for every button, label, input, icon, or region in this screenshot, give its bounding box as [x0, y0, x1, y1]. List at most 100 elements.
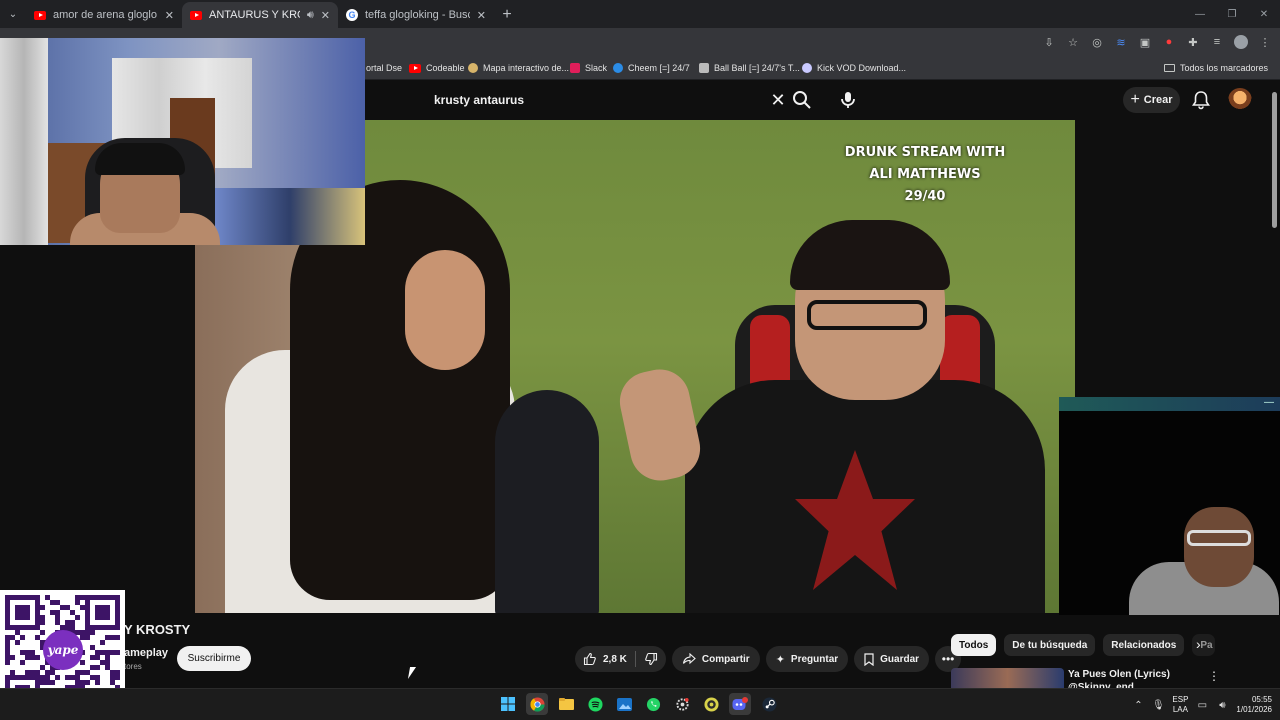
bookmark-label: Kick VOD Download...: [817, 63, 907, 73]
speaker-icon[interactable]: 🔊︎: [307, 9, 314, 22]
chip-all[interactable]: Todos: [951, 634, 997, 656]
microphone-tray-icon[interactable]: 🎙︎: [1152, 699, 1165, 711]
tab-title: ANTAURUS Y KROSTY - You: [209, 9, 300, 21]
chrome-icon[interactable]: [526, 693, 548, 715]
window-controls: — ❐ ✕: [1184, 0, 1280, 28]
streamer-webcam-overlay: [0, 38, 365, 245]
windows-start-icon[interactable]: [497, 693, 519, 715]
language-indicator[interactable]: ESP LAA: [1172, 695, 1188, 715]
search-query[interactable]: krusty antaurus: [420, 93, 766, 107]
bookmark-item[interactable]: Slack: [570, 56, 607, 80]
minimize-icon[interactable]: —: [1264, 397, 1274, 411]
secondary-webcam-window[interactable]: —: [1059, 397, 1280, 615]
notifications-bell-icon[interactable]: [1190, 89, 1212, 111]
account-avatar[interactable]: [1228, 88, 1252, 112]
webcam-bed: [215, 188, 365, 245]
video-overlay-caption: DRUNK STREAM WITH ALI MATTHEWS 29/40: [835, 142, 1015, 208]
close-window-icon[interactable]: ✕: [1248, 0, 1280, 28]
extension-box-icon[interactable]: ▣: [1138, 35, 1152, 49]
search-input[interactable]: krusty antaurus ✕: [420, 86, 790, 114]
youtube-icon: [190, 10, 202, 20]
google-icon: G: [346, 9, 358, 21]
save-label: Guardar: [880, 653, 920, 665]
profile-avatar[interactable]: [1234, 35, 1248, 49]
like-button[interactable]: 2,8 K: [575, 646, 635, 672]
settings-gear-icon[interactable]: [671, 693, 693, 715]
folder-icon: [1163, 64, 1175, 72]
bookmark-item[interactable]: ortal Dse: [366, 56, 402, 80]
channel-name[interactable]: ameplay: [124, 647, 168, 659]
chevron-up-icon[interactable]: ⌃: [1132, 699, 1144, 711]
webcam-title-bar[interactable]: [1059, 397, 1280, 411]
bookmark-item[interactable]: Mapa interactivo de...: [468, 56, 569, 80]
save-button[interactable]: Guardar: [854, 646, 930, 672]
subscribe-button[interactable]: Suscribirme: [177, 646, 251, 671]
tab-search-chevron-icon[interactable]: ⌄: [0, 0, 26, 28]
extensions-puzzle-icon[interactable]: ✚: [1186, 35, 1200, 49]
all-bookmarks-button[interactable]: Todos los marcadores: [1163, 56, 1268, 80]
close-icon[interactable]: ✕: [165, 9, 174, 22]
recommendation-chips: Todos De tu búsqueda Relacionados Pa: [951, 634, 1215, 656]
dislike-button[interactable]: [636, 646, 666, 672]
volume-icon[interactable]: 🔊︎: [1216, 699, 1228, 711]
browser-tab-3[interactable]: G teffa glogloking - Buscar con G ✕: [338, 2, 494, 28]
bookmark-label: Codeable: [426, 63, 465, 73]
keyboard-layout: LAA: [1172, 705, 1188, 714]
taskbar-apps: [497, 693, 780, 715]
chip-related[interactable]: Relacionados: [1103, 634, 1185, 656]
youtube-icon: [34, 10, 46, 20]
media-controls-icon[interactable]: ≡: [1210, 35, 1224, 49]
bookmark-item[interactable]: Cheem [=] 24/7: [613, 56, 690, 80]
recommendation-title: Ya Pues Olen (Lyrics): [1068, 669, 1170, 680]
person-head: [1184, 507, 1254, 587]
extension-red-icon[interactable]: ●: [1162, 35, 1176, 49]
browser-tab-strip: ⌄ amor de arena gloglo - YouTub ✕ ANTAUR…: [0, 0, 1280, 28]
ask-label: Preguntar: [790, 653, 839, 665]
discord-icon[interactable]: [729, 693, 751, 715]
more-menu-icon[interactable]: ⋮: [1258, 35, 1272, 49]
spotify-icon[interactable]: [584, 693, 606, 715]
share-button[interactable]: Compartir: [671, 646, 760, 672]
network-icon[interactable]: ▭: [1196, 699, 1208, 711]
microphone-icon[interactable]: [836, 88, 860, 112]
video-person-right-glasses: [807, 300, 927, 330]
search-icon[interactable]: [792, 90, 812, 110]
bookmark-star-icon[interactable]: ☆: [1066, 35, 1080, 49]
chevron-right-icon[interactable]: ›: [1196, 636, 1212, 654]
steam-icon[interactable]: [758, 693, 780, 715]
extension-glasses-icon[interactable]: ◎: [1090, 35, 1104, 49]
photos-app-icon[interactable]: [613, 693, 635, 715]
close-icon[interactable]: ✕: [477, 9, 486, 22]
restore-icon[interactable]: ❐: [1216, 0, 1248, 28]
bookmark-item[interactable]: Kick VOD Download...: [802, 56, 906, 80]
create-button[interactable]: + Crear: [1123, 87, 1180, 113]
browser-tab-1[interactable]: amor de arena gloglo - YouTub ✕: [26, 2, 182, 28]
page-scrollbar[interactable]: [1272, 92, 1277, 228]
bookmark-item[interactable]: Codeable: [409, 56, 465, 80]
close-icon[interactable]: ✕: [321, 9, 330, 22]
whatsapp-icon[interactable]: [642, 693, 664, 715]
browser-tab-2[interactable]: ANTAURUS Y KROSTY - You 🔊︎ ✕: [182, 2, 338, 28]
install-app-icon[interactable]: ⇩: [1042, 35, 1056, 49]
system-clock[interactable]: 05:55 1/01/2026: [1236, 695, 1272, 715]
ask-button[interactable]: ✦ Preguntar: [765, 646, 849, 672]
ball-icon: [699, 63, 709, 73]
file-explorer-icon[interactable]: [555, 693, 577, 715]
subscriber-count: tores: [124, 662, 142, 671]
new-tab-button[interactable]: +: [494, 2, 520, 28]
like-dislike-group: 2,8 K: [575, 646, 666, 672]
recommendation-thumbnail[interactable]: [951, 668, 1064, 690]
sparkle-icon: ✦: [775, 653, 785, 666]
extension-blue-icon[interactable]: ≋: [1114, 35, 1128, 49]
minimize-icon[interactable]: —: [1184, 0, 1216, 28]
webcam-person-headset: [95, 143, 185, 175]
system-tray: ⌃ 🎙︎ ESP LAA ▭ 🔊︎ 05:55 1/01/2026: [1132, 689, 1272, 720]
clear-search-icon[interactable]: ✕: [766, 90, 790, 111]
bookmark-item[interactable]: Ball Ball [=] 24/7's T...: [699, 56, 800, 80]
recommendation-more-icon[interactable]: ⋮: [1208, 669, 1220, 683]
obs-icon[interactable]: [700, 693, 722, 715]
video-actions: 2,8 K Compartir ✦ Preguntar Guardar •••: [575, 646, 962, 672]
tab-title: amor de arena gloglo - YouTub: [53, 9, 158, 21]
chip-from-search[interactable]: De tu búsqueda: [1004, 634, 1096, 656]
overlay-line-2: ALI MATTHEWS: [869, 167, 981, 182]
